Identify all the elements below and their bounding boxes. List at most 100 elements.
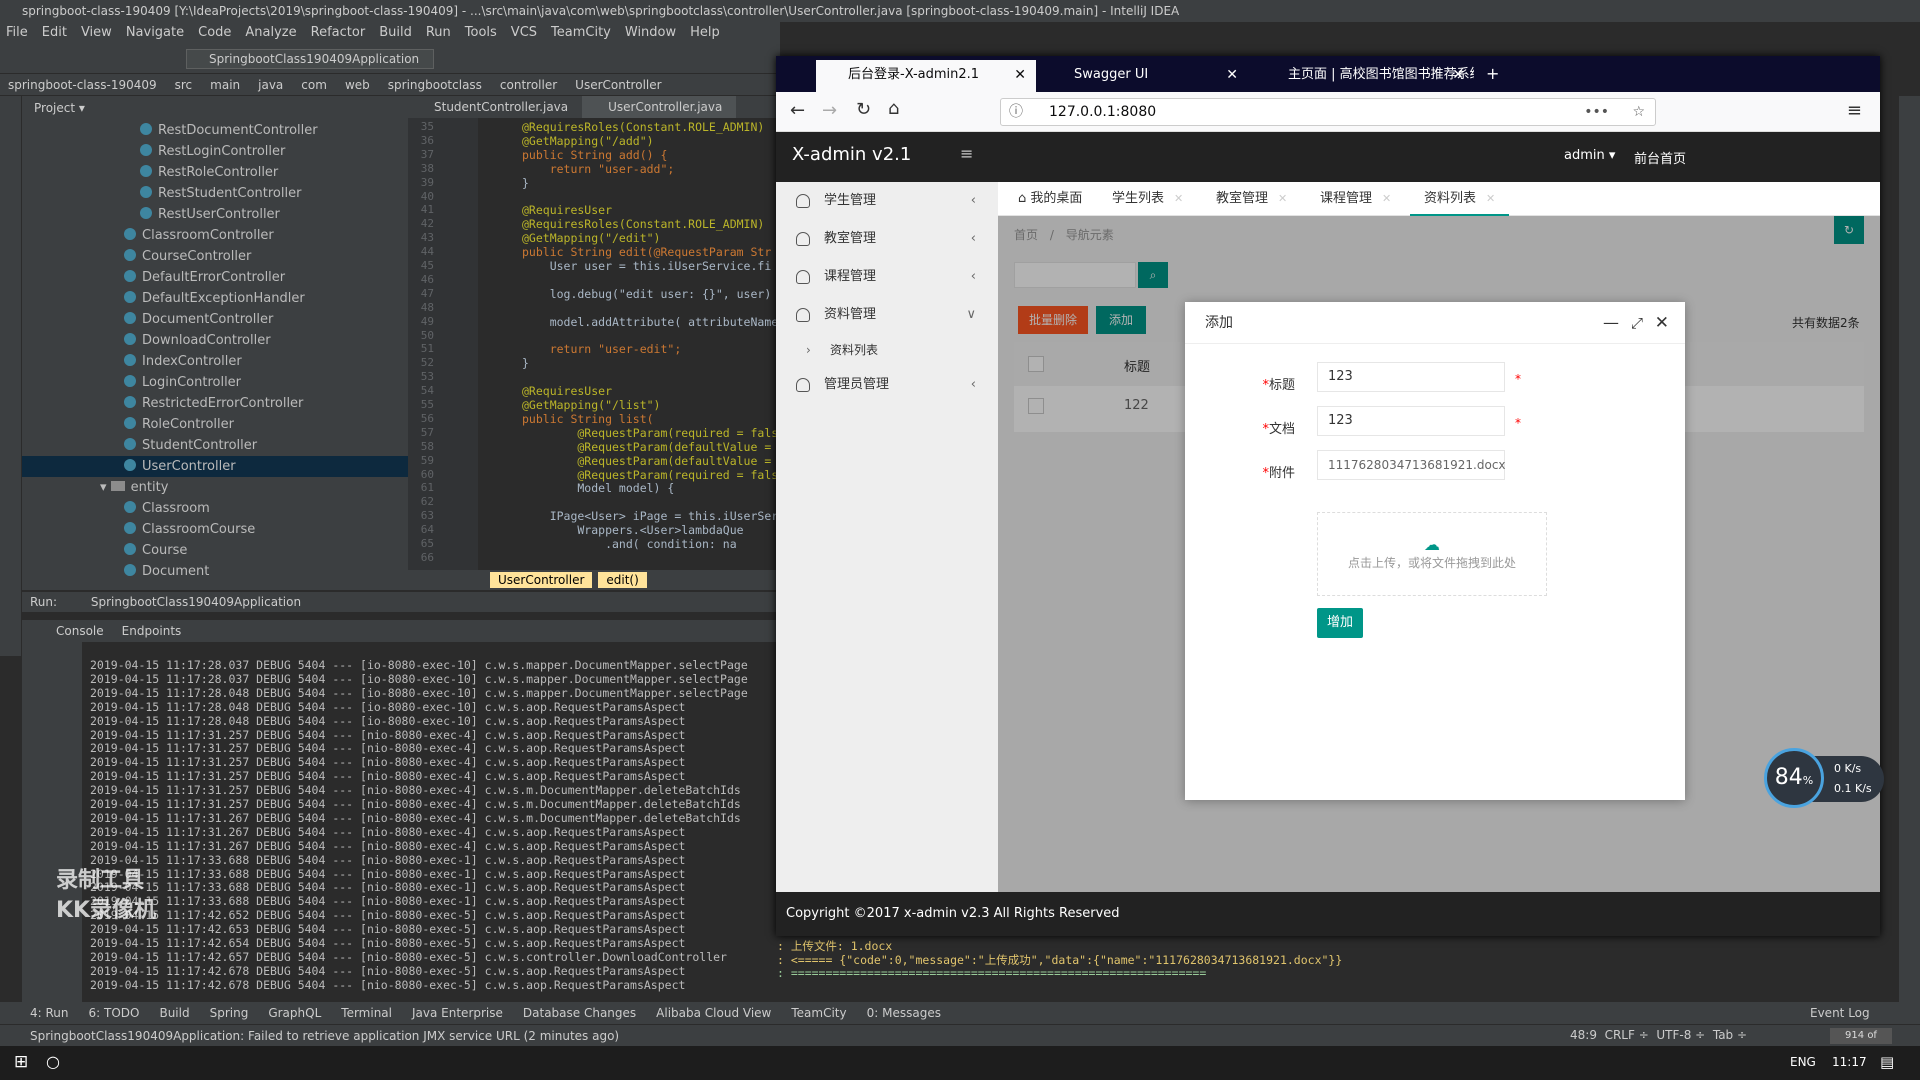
url-input[interactable]: ⓘ 127.0.0.1:8080 ••• ☆ [1000, 98, 1656, 126]
language-indicator[interactable]: ENG [1790, 1055, 1816, 1069]
menu-help[interactable]: Help [690, 25, 720, 40]
menu-build[interactable]: Build [379, 25, 412, 40]
sidebar-item[interactable]: 资料管理 ∨ [776, 296, 998, 334]
tree-item[interactable]: DefaultExceptionHandler [22, 288, 408, 309]
menu-tools[interactable]: Tools [465, 25, 497, 40]
sidebar-item[interactable]: 课程管理 ‹ [776, 258, 998, 296]
bottom-tab[interactable]: 6: TODO [89, 1006, 140, 1020]
menu-file[interactable]: File [6, 25, 28, 40]
doc-input[interactable]: 123 [1317, 406, 1505, 436]
bottom-tab[interactable]: Database Changes [523, 1006, 636, 1020]
bottom-tab[interactable]: Java Enterprise [412, 1006, 503, 1020]
new-tab-icon[interactable]: + [1486, 64, 1499, 83]
status-right[interactable]: 48:9 CRLF ÷ UTF-8 ÷ Tab ÷ [1570, 1024, 1747, 1046]
menu-code[interactable]: Code [198, 25, 231, 40]
tree-item[interactable]: RestLoginController [22, 141, 408, 162]
console-tab[interactable]: Console [56, 624, 104, 638]
tree-item[interactable]: UserController [22, 456, 408, 477]
tree-item[interactable]: RestStudentController [22, 183, 408, 204]
tree-item[interactable]: DocumentController [22, 309, 408, 330]
notifications-icon[interactable]: ▤ [1880, 1053, 1894, 1071]
browser-tab[interactable]: 主页面 | 高校图书馆图书推荐系统 ✕ [1256, 60, 1474, 92]
tree-item[interactable]: Course [22, 540, 408, 561]
breadcrumb-item[interactable]: UserController [575, 78, 661, 92]
menu-analyze[interactable]: Analyze [245, 25, 296, 40]
info-icon[interactable]: ⓘ [1009, 99, 1023, 125]
breadcrumb-item[interactable]: springbootclass [388, 78, 482, 92]
tab-close-icon[interactable]: ✕ [1226, 60, 1238, 90]
close-icon[interactable]: ✕ [1655, 302, 1669, 344]
reload-icon[interactable]: ↻ [856, 99, 871, 120]
tree-item[interactable]: RestDocumentController [22, 120, 408, 141]
menu-toggle-icon[interactable]: ≡ [960, 144, 973, 163]
tree-item[interactable]: LoginController [22, 372, 408, 393]
breadcrumb-item[interactable]: src [175, 78, 193, 92]
user-menu[interactable]: admin ▾ [1564, 148, 1615, 163]
browser-tab[interactable]: Swagger UI ✕ [1042, 60, 1248, 92]
attachment-input[interactable]: 1117628034713681921.docx [1317, 450, 1506, 480]
bottom-tab[interactable]: Build [159, 1006, 189, 1020]
tab-close-icon[interactable]: ✕ [1486, 192, 1495, 205]
bottom-tab[interactable]: GraphQL [268, 1006, 321, 1020]
menu-window[interactable]: Window [625, 25, 676, 40]
tree-item[interactable]: RestUserController [22, 204, 408, 225]
tree-item[interactable]: Document [22, 561, 408, 582]
tree-item[interactable]: DownloadController [22, 330, 408, 351]
memory-indicator[interactable]: 914 of 2014M [1830, 1028, 1892, 1057]
breadcrumb-item[interactable]: web [345, 78, 370, 92]
tree-item[interactable]: RoleController [22, 414, 408, 435]
submit-button[interactable]: 增加 [1317, 608, 1363, 638]
breadcrumb-item[interactable]: java [258, 78, 283, 92]
console-tab[interactable]: Endpoints [122, 624, 182, 638]
tree-folder[interactable]: ▾ entity [22, 477, 408, 498]
clock[interactable]: 11:17 [1832, 1055, 1867, 1069]
breadcrumb-item[interactable]: main [210, 78, 240, 92]
editor-crumb[interactable]: edit() [598, 572, 647, 588]
run-configuration-select[interactable]: SpringbootClass190409Application [186, 49, 434, 69]
project-panel-header[interactable]: Project ▾ [22, 96, 408, 120]
menu-run[interactable]: Run [426, 25, 451, 40]
upload-dropzone[interactable]: ☁ 点击上传，或将文件拖拽到此处 [1317, 512, 1547, 596]
cpu-gauge[interactable]: 84% [1764, 748, 1824, 808]
app-tab[interactable]: 课程管理 ✕ [1306, 182, 1405, 216]
bottom-tab[interactable]: Terminal [341, 1006, 392, 1020]
menu-teamcity[interactable]: TeamCity [551, 25, 611, 40]
event-log-button[interactable]: Event Log [1810, 1002, 1870, 1024]
browser-tab[interactable]: 后台登录-X-admin2.1 ✕ [816, 60, 1036, 92]
tree-item[interactable]: CourseController [22, 246, 408, 267]
sidebar-item[interactable]: 学生管理 ‹ [776, 182, 998, 220]
tab-close-icon[interactable]: ✕ [1452, 60, 1464, 90]
app-tab[interactable]: ⌂ 我的桌面 [1004, 182, 1096, 216]
bottom-tab[interactable]: TeamCity [791, 1006, 846, 1020]
tab-close-icon[interactable]: ✕ [1382, 192, 1391, 205]
bottom-tab[interactable]: 0: Messages [867, 1006, 941, 1020]
editor-tab[interactable]: StudentController.java [408, 96, 582, 118]
forward-icon[interactable]: → [822, 100, 837, 121]
sidebar-item[interactable]: 管理员管理 ‹ [776, 366, 998, 404]
tree-item[interactable]: RestrictedErrorController [22, 393, 408, 414]
menu-edit[interactable]: Edit [42, 25, 67, 40]
bottom-tab[interactable]: Spring [210, 1006, 249, 1020]
front-page-link[interactable]: 前台首页 [1634, 148, 1686, 167]
tree-item[interactable]: RestRoleController [22, 162, 408, 183]
app-tab[interactable]: 教室管理 ✕ [1202, 182, 1301, 216]
bookmark-star-icon[interactable]: ☆ [1632, 99, 1645, 125]
app-tab[interactable]: 资料列表 ✕ [1410, 182, 1510, 216]
minimize-icon[interactable]: — [1603, 302, 1619, 344]
tree-item[interactable]: ClassroomController [22, 225, 408, 246]
bottom-tab[interactable]: Alibaba Cloud View [656, 1006, 771, 1020]
sidebar-item[interactable]: 教室管理 ‹ [776, 220, 998, 258]
tree-item[interactable]: DefaultErrorController [22, 267, 408, 288]
page-actions-icon[interactable]: ••• [1584, 99, 1609, 125]
maximize-icon[interactable]: ⤢ [1631, 302, 1643, 344]
menu-view[interactable]: View [81, 25, 112, 40]
code-editor[interactable]: 35 @RequiresRoles(Constant.ROLE_ADMIN) 36 @… [408, 118, 780, 570]
title-input[interactable]: 123 [1317, 362, 1505, 392]
menu-navigate[interactable]: Navigate [126, 25, 184, 40]
menu-refactor[interactable]: Refactor [311, 25, 366, 40]
run-app-tab[interactable]: SpringbootClass190409Application [91, 595, 301, 609]
home-icon[interactable]: ⌂ [888, 98, 899, 119]
breadcrumb-item[interactable]: springboot-class-190409 [8, 78, 157, 92]
tree-item[interactable]: StudentController [22, 435, 408, 456]
tab-close-icon[interactable]: ✕ [1014, 60, 1026, 90]
